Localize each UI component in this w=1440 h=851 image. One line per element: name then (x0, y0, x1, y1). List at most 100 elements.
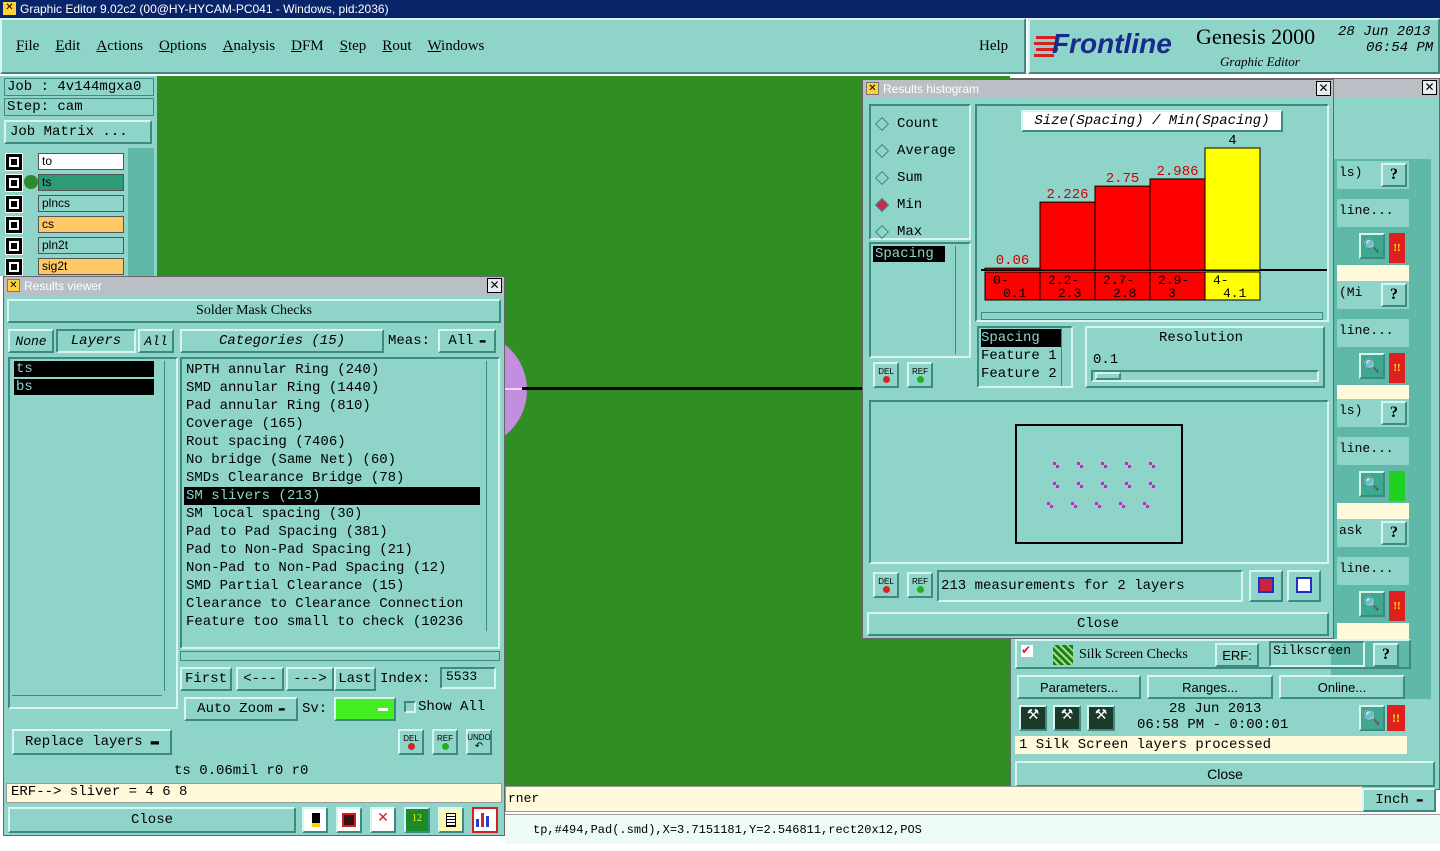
help-button[interactable]: ? (1381, 521, 1407, 545)
menu-analysis[interactable]: Analysis (223, 38, 276, 55)
menu-rout[interactable]: Rout (382, 38, 411, 55)
tool-icon-4[interactable]: 12 (404, 807, 430, 833)
layer-list-item[interactable]: ts (14, 361, 154, 377)
layer-checkbox[interactable] (5, 195, 23, 213)
next-button[interactable]: ---> (286, 667, 334, 691)
category-item[interactable]: Pad to Pad Spacing (381) (184, 523, 480, 541)
hist-del-button[interactable]: DEL (873, 362, 899, 388)
del-button[interactable]: DEL (398, 729, 424, 755)
online-button-fragment[interactable]: line... 🔍!! (1337, 319, 1409, 401)
zoom-icon[interactable]: 🔍 (1359, 471, 1385, 497)
category-item[interactable]: SMD annular Ring (1440) (184, 379, 480, 397)
mode-radio-max[interactable]: Max (871, 218, 969, 245)
run-icon-1[interactable]: ⚒ (1019, 705, 1047, 731)
online-button-fragment[interactable]: line... 🔍 (1337, 437, 1409, 519)
tool-icon-3[interactable]: ✕ (370, 807, 396, 833)
index-input[interactable]: 5533 (440, 667, 496, 689)
rv-close-button[interactable]: Close (8, 807, 296, 833)
layer-checkbox[interactable] (5, 174, 23, 192)
first-button[interactable]: First (180, 667, 232, 691)
close-icon[interactable]: ✕ (1316, 81, 1331, 96)
menu-options[interactable]: Options (159, 38, 207, 55)
tool-icon-6[interactable] (472, 807, 498, 833)
layer-checkbox[interactable] (5, 153, 23, 171)
hist-list-item[interactable]: Spacing (873, 246, 945, 262)
category-item[interactable]: Clearance to Clearance Connection (184, 595, 480, 613)
menu-dfm[interactable]: DFM (291, 38, 324, 55)
online-button-fragment[interactable]: line... 🔍!! (1337, 557, 1409, 639)
checks-close-button[interactable]: Close (1015, 761, 1435, 787)
menu-windows[interactable]: Windows (427, 38, 484, 55)
category-item[interactable]: Feature too small to check (10236 (184, 613, 480, 631)
silk-help-button[interactable]: ? (1373, 643, 1399, 667)
meas-dropdown[interactable]: All ▬ (438, 329, 496, 353)
online-button[interactable]: Online... (1279, 675, 1405, 699)
category-item[interactable]: Pad annular Ring (810) (184, 397, 480, 415)
sv-color-dropdown[interactable]: ▬ (334, 697, 396, 721)
category-item[interactable]: SM slivers (213) (184, 487, 480, 505)
chart-hscroll[interactable] (981, 312, 1323, 320)
layer-name[interactable]: ts (38, 174, 124, 191)
ref-button[interactable]: REF (432, 729, 458, 755)
parameters-button[interactable]: Parameters... (1017, 675, 1141, 699)
tool-icon-2[interactable] (336, 807, 362, 833)
hist-ref-button[interactable]: REF (907, 362, 933, 388)
category-item[interactable]: SM local spacing (30) (184, 505, 480, 523)
category-item[interactable]: Rout spacing (7406) (184, 433, 480, 451)
layer-list-hscroll[interactable] (12, 695, 162, 705)
category-item[interactable]: Coverage (165) (184, 415, 480, 433)
check-header-fragment[interactable]: ls)? (1337, 399, 1409, 427)
menu-edit[interactable]: Edit (55, 38, 80, 55)
layer-name[interactable]: to (38, 153, 124, 170)
zoom-icon[interactable]: 🔍 (1359, 233, 1385, 259)
mode-radio-sum[interactable]: Sum (871, 164, 969, 191)
all-button[interactable]: All (138, 329, 174, 353)
zoom-icon[interactable]: 🔍 (1359, 705, 1385, 731)
layer-name[interactable]: cs (38, 216, 124, 233)
preview-board[interactable] (1015, 424, 1183, 544)
layer-name[interactable]: sig2t (38, 258, 124, 275)
layers-button[interactable]: Layers (56, 329, 136, 353)
categories-button[interactable]: Categories (15) (180, 329, 384, 353)
category-list[interactable]: NPTH annular Ring (240) SMD annular Ring … (180, 357, 500, 649)
tool-icon-1[interactable] (302, 807, 328, 833)
undo-button[interactable]: UNDO ↶ (466, 729, 492, 755)
run-icon-3[interactable]: ⚒ (1087, 705, 1115, 731)
help-button[interactable]: ? (1381, 401, 1407, 425)
mode-radio-average[interactable]: Average (871, 137, 969, 164)
auto-zoom-dropdown[interactable]: Auto Zoom ▬ (184, 697, 298, 721)
category-item[interactable]: Non-Pad to Non-Pad Spacing (12) (184, 559, 480, 577)
check-header-fragment[interactable]: ask? (1337, 519, 1409, 547)
check-header-fragment[interactable]: (Mi? (1337, 281, 1409, 309)
zoom-fit-icon[interactable] (1249, 570, 1283, 602)
layer-checkbox[interactable] (5, 237, 23, 255)
trace-line[interactable] (522, 387, 862, 390)
feature-list[interactable]: Spacing Feature 1 Feature 2 (977, 326, 1073, 388)
zoom-icon[interactable]: 🔍 (1359, 591, 1385, 617)
ranges-button[interactable]: Ranges... (1147, 675, 1273, 699)
close-icon[interactable]: ✕ (487, 278, 502, 293)
category-item[interactable]: Pad to Non-Pad Spacing (21) (184, 541, 480, 559)
units-dropdown[interactable]: Inch ▬ (1362, 788, 1436, 812)
category-list-vscroll[interactable] (486, 361, 496, 631)
category-item[interactable]: NPTH annular Ring (240) (184, 361, 480, 379)
category-item[interactable]: SMD Partial Clearance (15) (184, 577, 480, 595)
layer-list[interactable]: ts bs (8, 357, 178, 709)
category-list-hscroll[interactable] (180, 651, 500, 661)
solder-mask-header[interactable]: Solder Mask Checks (7, 299, 501, 323)
none-button[interactable]: None (8, 329, 54, 353)
histogram-close-button[interactable]: Close (867, 612, 1329, 636)
layer-name[interactable]: pln2t (38, 237, 124, 254)
help-button[interactable]: ? (1381, 283, 1407, 307)
show-all-checkbox[interactable] (404, 701, 416, 713)
resolution-slider[interactable] (1091, 370, 1319, 382)
feature-list-item[interactable]: Spacing (981, 329, 1061, 347)
zoom-icon[interactable]: 🔍 (1359, 353, 1385, 379)
last-button[interactable]: Last (334, 667, 376, 691)
layer-list-item[interactable]: bs (14, 379, 154, 395)
feature-list-scroll[interactable] (1061, 328, 1071, 386)
menu-step[interactable]: Step (340, 38, 367, 55)
menu-help[interactable]: Help (979, 38, 1008, 55)
mode-radio-count[interactable]: Count (871, 110, 969, 137)
close-icon[interactable]: ✕ (1422, 80, 1437, 95)
